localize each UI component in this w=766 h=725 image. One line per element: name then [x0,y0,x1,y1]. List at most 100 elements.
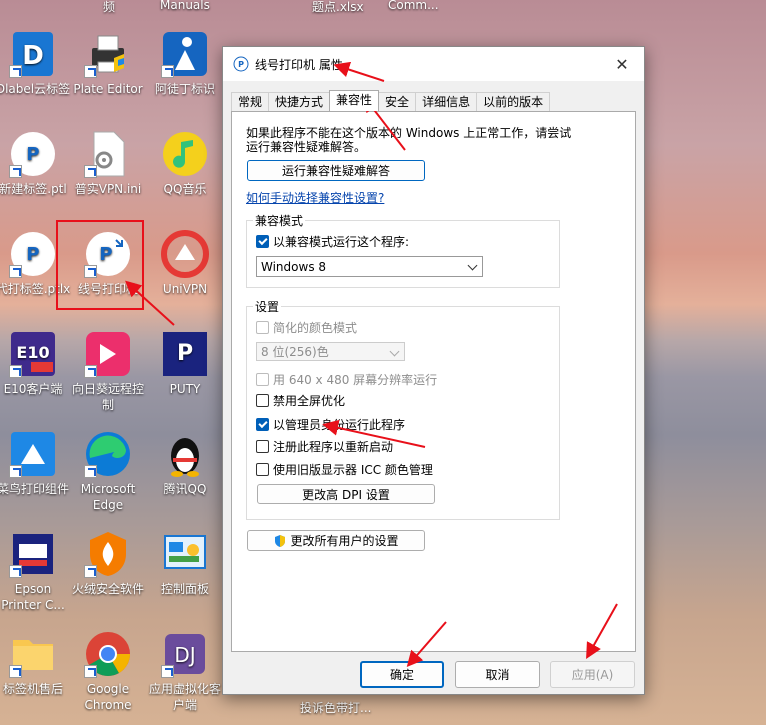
icon-label: Microsoft Edge [80,482,136,512]
compat-os-select[interactable]: Windows 8 [256,256,483,277]
tab-details[interactable]: 详细信息 [415,92,478,111]
puty-file-icon: P [9,130,57,178]
desktop-icon-cainiao[interactable]: 菜鸟打印组件 [0,430,71,497]
checkbox-checked-icon [256,418,269,431]
svg-text:DJ: DJ [174,643,195,667]
icon-label: 新建标签.ptl [0,182,67,196]
troubleshoot-button[interactable]: 运行兼容性疑难解答 [247,160,425,181]
top-caption-2: Manuals [160,0,210,12]
tab-security[interactable]: 安全 [378,92,417,111]
epson-icon [9,530,57,578]
desktop-icon-virtual-app[interactable]: DJ 应用虚拟化客户端 [147,630,223,713]
color-depth-select[interactable]: 8 位(256)色 [256,342,405,361]
dlabel-app-icon: D [9,30,57,78]
icon-label: Dlabel云标签 [0,82,71,96]
checkbox-empty-icon [256,373,269,386]
desktop-icon-plate-editor[interactable]: Plate Editor [70,30,146,97]
register-restart-label: 注册此程序以重新启动 [273,440,394,454]
desktop-icon-folder[interactable]: 标签机售后 [0,630,71,697]
virtual-app-icon: DJ [161,630,209,678]
apply-button[interactable]: 应用(A) [550,661,635,688]
icon-label: Epson Printer C... [1,582,65,612]
desktop-icon-ptl-file[interactable]: P 新建标签.ptl [0,130,71,197]
app-title-icon: P [233,56,249,72]
all-users-label: 更改所有用户的设置 [290,534,399,548]
run-as-admin-checkbox[interactable]: 以管理员身份运行此程序 [256,416,405,433]
legacy-icc-checkbox[interactable]: 使用旧版显示器 ICC 颜色管理 [256,461,433,478]
qq-music-icon [161,130,209,178]
icon-label: 向日葵远程控制 [71,382,144,412]
desktop-icon-huorong[interactable]: 火绒安全软件 [70,530,146,597]
checkbox-checked-icon [256,235,269,248]
close-icon[interactable]: ✕ [600,47,644,81]
icon-label: QQ音乐 [163,182,207,196]
icon-label: 代打标签.ptlx [0,282,71,296]
ok-button[interactable]: 确定 [360,661,444,688]
top-caption-4: Comm... [388,0,439,12]
desktop-icon-univpn[interactable]: UniVPN [147,230,223,297]
chevron-down-icon [467,260,478,271]
svg-text:P: P [26,244,39,265]
settings-group: 设置 简化的颜色模式 8 位(256)色 用 640 x 480 屏幕分辨率运行… [246,298,560,520]
huorong-icon [84,530,132,578]
folder-icon [9,630,57,678]
icon-label: Plate Editor [73,82,143,96]
desktop-icon-qq[interactable]: 腾讯QQ [147,430,223,497]
desktop-icon-epson[interactable]: Epson Printer C... [0,530,71,613]
qq-penguin-icon [161,430,209,478]
desktop-icon-chrome[interactable]: Google Chrome [70,630,146,713]
res-640-label: 用 640 x 480 屏幕分辨率运行 [273,373,438,387]
svg-text:P: P [99,244,112,265]
desktop-icon-puty[interactable]: P PUTY [147,330,223,397]
desktop-icon-control-panel[interactable]: 控制面板 [147,530,223,597]
icon-label: E10客户端 [3,382,63,396]
compat-group-label: 兼容模式 [253,212,306,229]
manual-settings-link[interactable]: 如何手动选择兼容性设置? [246,189,384,206]
intro-text-line2: 运行兼容性疑难解答。 [246,140,367,154]
checkbox-empty-icon [256,321,269,334]
chevron-down-icon [389,346,400,357]
settings-file-icon [84,130,132,178]
control-panel-icon [161,530,209,578]
res-640-checkbox[interactable]: 用 640 x 480 屏幕分辨率运行 [256,371,437,388]
sunlogin-icon [84,330,132,378]
cancel-button[interactable]: 取消 [455,661,540,688]
desktop-icon-edge[interactable]: Microsoft Edge [70,430,146,513]
compat-mode-checkbox[interactable]: 以兼容模式运行这个程序: [256,233,409,250]
high-dpi-button[interactable]: 更改高 DPI 设置 [257,484,435,504]
all-users-button[interactable]: 更改所有用户的设置 [247,530,425,551]
desktop-icon-atu[interactable]: 阿徒丁标识 [147,30,223,97]
desktop-icon-e10[interactable]: E10 E10客户端 [0,330,71,397]
tab-compatibility[interactable]: 兼容性 [329,90,380,111]
desktop-icon-sunlogin[interactable]: 向日葵远程控制 [70,330,146,413]
icon-label: 火绒安全软件 [71,582,144,596]
icon-label: 腾讯QQ [163,482,207,496]
dialog-title: 线号打印机 属性 [255,57,343,72]
puty-logo-icon: P [161,330,209,378]
edge-icon [84,430,132,478]
desktop-icon-ptlx-file[interactable]: P 代打标签.ptlx [0,230,71,297]
dialog-titlebar[interactable]: P 线号打印机 属性 ✕ [223,47,644,81]
svg-text:E10: E10 [16,343,49,362]
register-restart-checkbox[interactable]: 注册此程序以重新启动 [256,438,393,455]
top-caption-3: 题点.xlsx [312,0,364,14]
icon-label: 阿徒丁标识 [154,82,215,96]
desktop-icon-vpn-ini[interactable]: 普实VPN.ini [70,130,146,197]
svg-text:P: P [26,144,39,165]
desktop-icon-qq-music[interactable]: QQ音乐 [147,130,223,197]
puty-app-icon: P [84,230,132,278]
settings-group-label: 设置 [253,298,282,315]
desktop-icon-wire-printer[interactable]: P 线号打印机 [70,230,146,297]
run-as-admin-label: 以管理员身份运行此程序 [273,418,406,432]
icon-label: Google Chrome [84,682,132,712]
disable-fullscreen-checkbox[interactable]: 禁用全屏优化 [256,392,345,409]
tab-shortcut[interactable]: 快捷方式 [268,92,331,111]
tab-previous-versions[interactable]: 以前的版本 [476,92,551,111]
top-caption-1: 频 [103,0,116,14]
cainiao-icon [9,430,57,478]
icon-label: 应用虚拟化客户端 [148,682,221,712]
tab-general[interactable]: 常规 [231,92,270,111]
desktop-icon-dlabel[interactable]: D Dlabel云标签 [0,30,71,97]
reduced-color-checkbox[interactable]: 简化的颜色模式 [256,319,357,336]
shield-icon [275,534,286,547]
